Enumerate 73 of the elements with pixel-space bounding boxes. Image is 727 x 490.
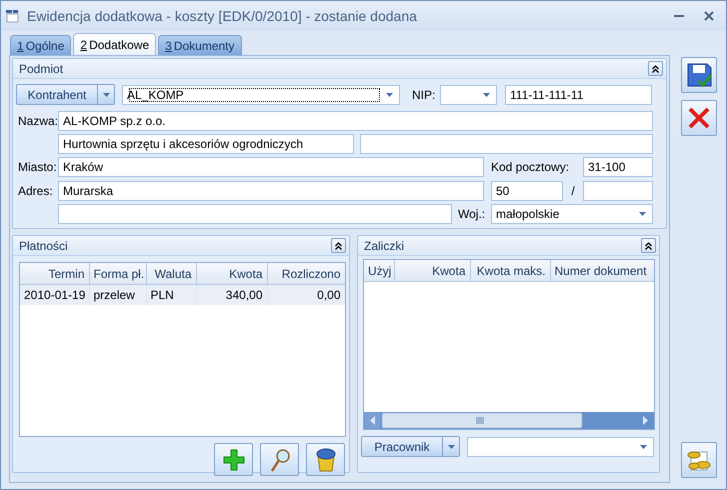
collapse-button[interactable] [641,238,656,253]
save-button[interactable] [681,57,717,93]
dropdown-button[interactable] [443,436,460,457]
column-header[interactable]: Waluta [146,263,196,284]
dropdown-field[interactable] [467,436,654,456]
save-icon [685,61,713,89]
cancel-icon [687,106,711,130]
text-field[interactable]: AL-KOMP sp.z o.o. [58,111,653,131]
text-field[interactable]: Kraków [58,157,484,177]
column-header[interactable]: Kwota maks. [470,260,550,282]
plus-icon [222,448,244,470]
dropdown-field[interactable]: małopolskie [491,204,653,224]
caret-icon [639,212,646,216]
field-label: Kod pocztowy: [491,160,570,174]
close-icon [704,11,714,21]
text-field[interactable] [583,181,653,201]
app-icon [5,9,21,23]
double-chevron-icon [652,64,659,72]
column-header[interactable]: Użyj [364,260,394,282]
payments-button[interactable] [681,442,717,478]
table-cell: 340,00 [196,284,267,305]
cancel-button[interactable] [681,100,717,136]
text-field[interactable] [58,204,452,224]
section-title: Płatności [19,238,68,252]
section-title: Zaliczki [364,238,404,252]
search-button[interactable] [260,443,299,476]
double-chevron-icon [335,242,342,250]
table-cell: 0,00 [267,284,345,305]
add-button[interactable] [214,443,253,476]
field-label: Nazwa: [18,114,58,128]
caret-icon [483,92,490,96]
dropdown-button[interactable] [98,84,115,105]
tab[interactable]: 1 Ogólne [10,35,72,55]
column-header[interactable]: Kwota [196,263,267,284]
column-header[interactable]: Kwota [394,260,470,282]
table-row[interactable]: 2010-01-19 przelew PLN 340,00 0,00 [20,284,345,305]
text-field[interactable]: 111-11-111-11 [505,84,652,104]
text-field[interactable]: Hurtownia sprzętu i akcesoriów ogrodniczych [58,134,354,154]
caret-icon [640,444,647,448]
tab[interactable]: 2 Dodatkowe [73,33,156,55]
text-field[interactable] [360,134,653,154]
table-cell: PLN [146,284,196,305]
dropdown-field[interactable]: AL_KOMP [122,84,400,104]
type-button[interactable]: Kontrahent [16,84,98,105]
field-label: Woj.: [458,207,486,221]
field-label: Miasto: [18,160,58,174]
caret-icon [386,92,393,96]
caret-icon [448,444,454,448]
table-cell: 2010-01-19 [20,284,89,305]
caret-icon [102,92,110,96]
dropdown-field[interactable] [440,84,497,104]
field-label: NIP: [412,88,436,102]
text-field[interactable]: 31-100 [583,157,653,177]
text-field[interactable]: 50 [491,181,563,201]
collapse-button[interactable] [648,61,663,76]
type-button[interactable]: Pracownik [361,436,443,457]
window-title: Ewidencja dodatkowa - koszty [EDK/0/2010] - zostanie dodana [27,8,418,24]
double-chevron-icon [645,242,652,250]
column-header[interactable]: Forma pł. [89,263,146,284]
table-cell: przelew [89,284,146,305]
text-field[interactable]: Murarska [58,181,484,201]
trash-bin-icon [316,448,336,472]
search-icon [268,448,290,472]
field-label: Adres: [18,184,54,198]
column-header[interactable]: Termin [20,263,89,284]
delete-button[interactable] [306,443,345,476]
tab[interactable]: 3 Dokumenty [158,35,242,55]
separator-label: / [570,184,576,198]
close-button[interactable] [702,9,716,23]
column-header[interactable]: Numer dokument [550,260,654,282]
section-title: Podmiot [19,62,64,76]
column-header[interactable]: Rozliczono [267,263,345,284]
collapse-button[interactable] [331,238,346,253]
